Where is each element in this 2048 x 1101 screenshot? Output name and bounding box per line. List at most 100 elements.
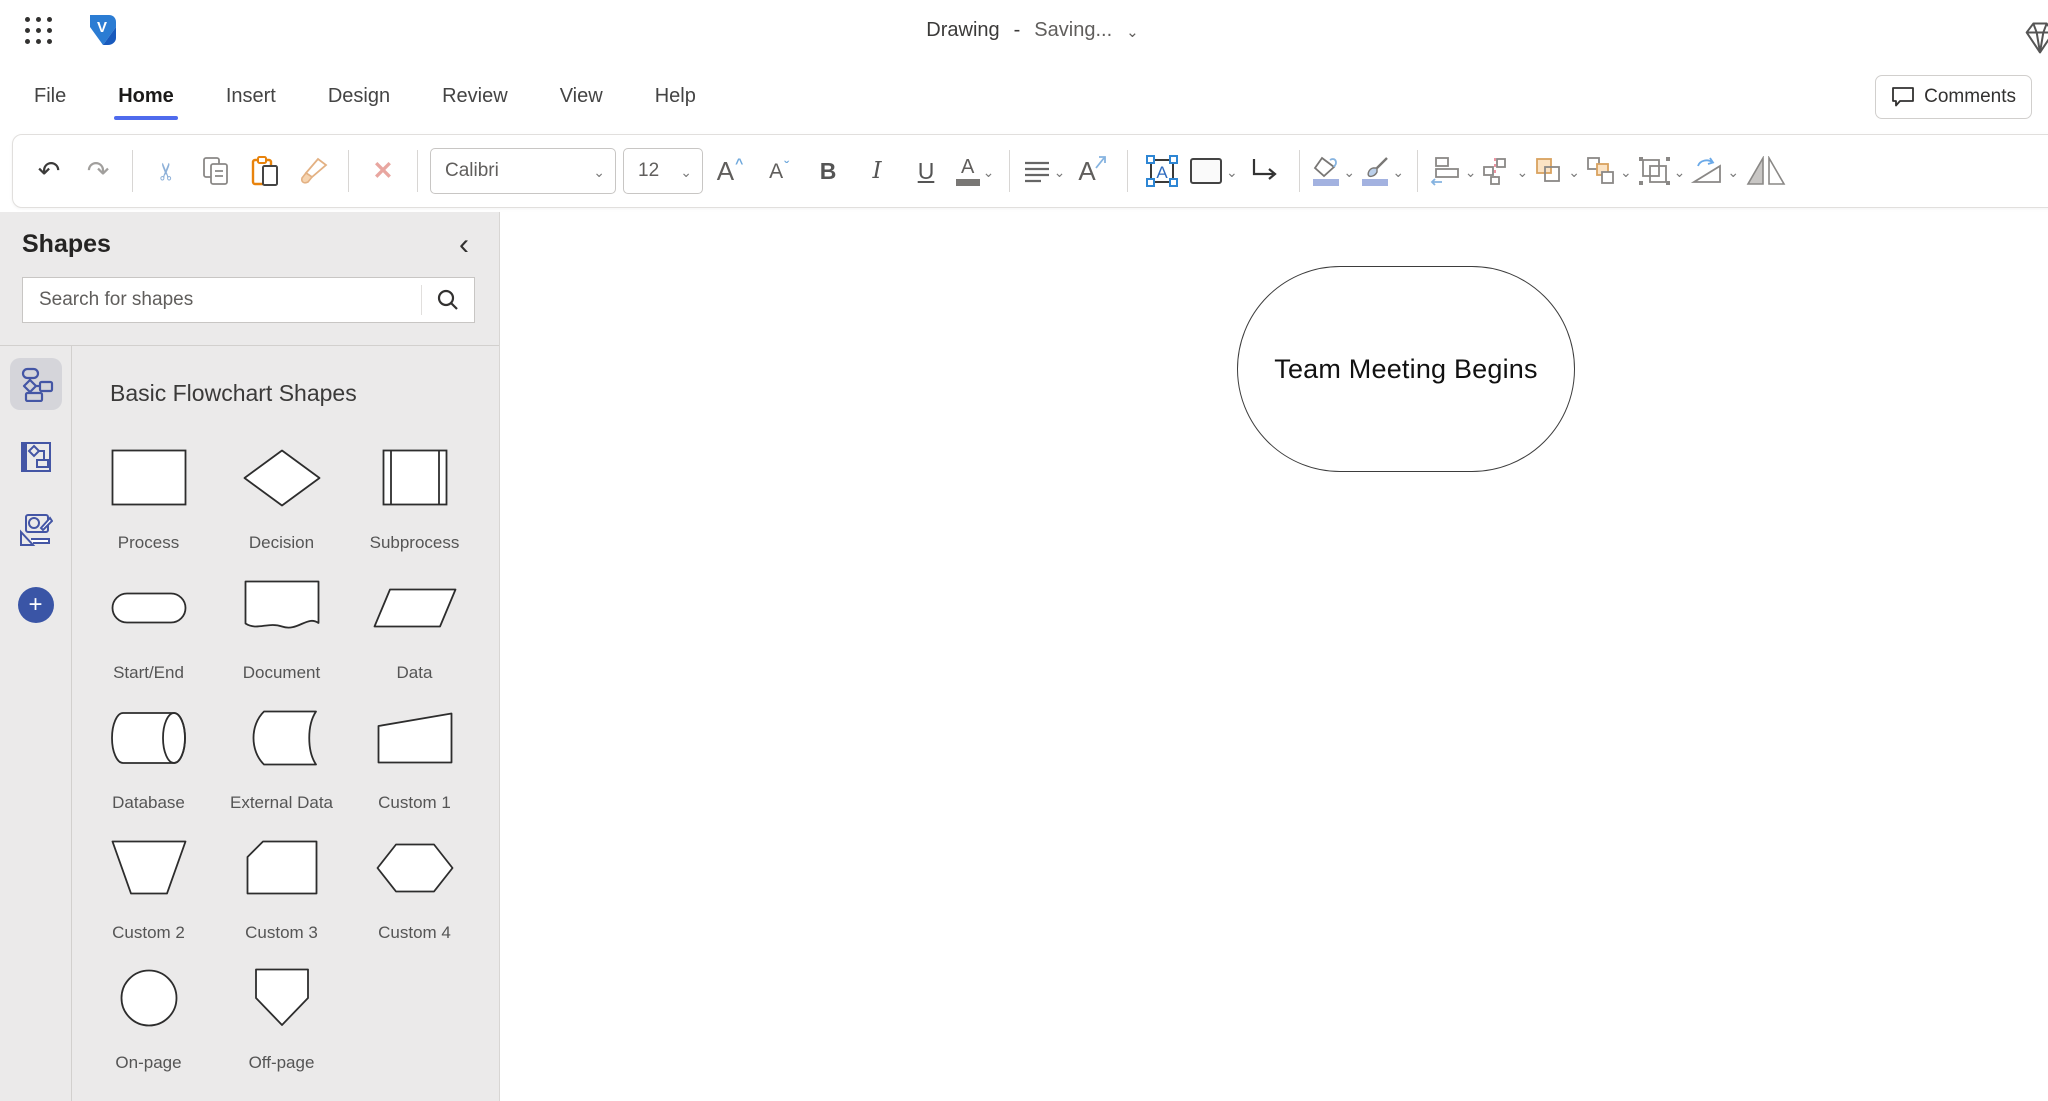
menu-design[interactable]: Design bbox=[326, 75, 392, 120]
orientation-arrow bbox=[1094, 156, 1106, 169]
font-name-combobox[interactable]: Calibri ⌄ bbox=[430, 148, 616, 194]
decision-shape-icon bbox=[243, 449, 320, 506]
group-icon bbox=[1638, 157, 1670, 185]
shape-off-page[interactable]: Off-page bbox=[215, 951, 348, 1081]
shapes-panel-body: + Basic Flowchart Shapes Process Decisio… bbox=[0, 346, 499, 1101]
menu-help[interactable]: Help bbox=[653, 75, 698, 120]
send-backward-button[interactable]: ⌄ bbox=[1585, 147, 1632, 195]
undo-icon: ↶ bbox=[37, 155, 61, 186]
app-launcher-button[interactable] bbox=[18, 10, 58, 50]
align-shapes-button[interactable]: ⌄ bbox=[1430, 147, 1476, 195]
collapse-panel-icon[interactable]: ‹ bbox=[453, 229, 475, 259]
drawing-canvas[interactable]: Team Meeting Begins bbox=[500, 212, 2048, 1101]
ribbon-divider bbox=[417, 150, 418, 192]
external-data-shape-icon bbox=[252, 710, 317, 765]
font-size-combobox[interactable]: 12 ⌄ bbox=[623, 148, 703, 194]
stencil-drawing-tools-tab[interactable] bbox=[10, 504, 62, 556]
line-color-button[interactable]: ⌄ bbox=[1361, 147, 1405, 195]
bold-icon: B bbox=[819, 157, 837, 184]
stencil-rail: + bbox=[0, 346, 72, 1101]
text-box-button[interactable]: A bbox=[1140, 147, 1184, 195]
shape-start-end[interactable]: Start/End bbox=[82, 561, 215, 691]
shape-custom-4[interactable]: Custom 4 bbox=[348, 821, 481, 951]
shape-on-page[interactable]: On-page bbox=[82, 951, 215, 1081]
redo-button[interactable]: ↷ bbox=[76, 147, 120, 195]
comments-button[interactable]: Comments bbox=[1875, 75, 2032, 119]
italic-button[interactable]: I bbox=[855, 147, 899, 195]
change-shape-button[interactable]: ⌄ bbox=[1189, 147, 1238, 195]
underline-icon: U bbox=[917, 157, 935, 184]
paste-button[interactable] bbox=[243, 147, 287, 195]
delete-button[interactable]: ✕ bbox=[361, 147, 405, 195]
shape-database[interactable]: Database bbox=[82, 691, 215, 821]
shape-decision[interactable]: Decision bbox=[215, 431, 348, 561]
flip-icon bbox=[1746, 156, 1786, 185]
custom1-shape-icon bbox=[377, 712, 452, 763]
shape-subprocess[interactable]: Subprocess bbox=[348, 431, 481, 561]
document-title: Drawing bbox=[926, 18, 1000, 41]
bold-button[interactable]: B bbox=[806, 147, 850, 195]
start-end-canvas-shape[interactable]: Team Meeting Begins bbox=[1237, 266, 1575, 472]
copy-button[interactable] bbox=[194, 147, 238, 195]
chevron-down-icon: ⌄ bbox=[1343, 164, 1356, 180]
font-color-button[interactable]: A ⌄ bbox=[953, 147, 997, 195]
content-area: Shapes ‹ Search for shapes + Basic Flowc… bbox=[0, 212, 2048, 1101]
menu-home[interactable]: Home bbox=[114, 75, 178, 120]
cut-button[interactable]: ✂ bbox=[145, 147, 189, 195]
paste-icon bbox=[251, 156, 278, 186]
undo-button[interactable]: ↶ bbox=[27, 147, 71, 195]
shape-custom-2[interactable]: Custom 2 bbox=[82, 821, 215, 951]
shape-custom-3[interactable]: Custom 3 bbox=[215, 821, 348, 951]
align-text-button[interactable]: ⌄ bbox=[1022, 147, 1066, 195]
fill-color-button[interactable]: ⌄ bbox=[1312, 147, 1356, 195]
underline-button[interactable]: U bbox=[904, 147, 948, 195]
stencil-diagram-tab[interactable] bbox=[10, 431, 62, 483]
shapes-panel-header: Shapes ‹ bbox=[0, 212, 499, 259]
send-backward-icon bbox=[1587, 157, 1614, 184]
shape-search-input[interactable] bbox=[23, 289, 421, 311]
add-stencil-button[interactable]: + bbox=[17, 587, 54, 623]
shape-external-data[interactable]: External Data bbox=[215, 691, 348, 821]
menu-file[interactable]: File bbox=[32, 75, 68, 120]
position-icon bbox=[1483, 158, 1507, 185]
rotate-button[interactable]: ⌄ bbox=[1690, 147, 1739, 195]
shape-custom-1[interactable]: Custom 1 bbox=[348, 691, 481, 821]
chevron-down-icon: ⌄ bbox=[1226, 164, 1238, 180]
text-orientation-button[interactable]: A bbox=[1071, 147, 1115, 195]
ribbon-divider bbox=[1009, 150, 1010, 192]
shape-data[interactable]: Data bbox=[348, 561, 481, 691]
database-shape-icon bbox=[110, 711, 186, 764]
group-button[interactable]: ⌄ bbox=[1637, 147, 1685, 195]
shape-process[interactable]: Process bbox=[82, 431, 215, 561]
format-painter-icon bbox=[301, 157, 328, 184]
line-brush-icon bbox=[1367, 157, 1389, 178]
premium-gem-icon[interactable] bbox=[2020, 18, 2048, 58]
text-box-icon: A bbox=[1146, 155, 1178, 187]
format-painter-button[interactable] bbox=[292, 147, 336, 195]
process-shape-icon bbox=[111, 449, 186, 506]
shape-document[interactable]: Document bbox=[215, 561, 348, 691]
chevron-down-icon: ⌄ bbox=[1392, 164, 1405, 180]
search-button[interactable] bbox=[422, 278, 474, 322]
shape-search-box bbox=[22, 277, 475, 323]
ribbon-divider bbox=[1127, 150, 1128, 192]
title-chevron-icon[interactable]: ⌄ bbox=[1126, 19, 1139, 41]
grow-font-button[interactable]: A ^ bbox=[708, 147, 752, 195]
menu-bar: File Home Insert Design Review View Help… bbox=[0, 60, 2048, 134]
stencil-flowchart-tab[interactable] bbox=[9, 358, 62, 410]
bring-forward-button[interactable]: ⌄ bbox=[1533, 147, 1580, 195]
visio-logo-icon[interactable]: V bbox=[86, 12, 120, 48]
menu-review[interactable]: Review bbox=[440, 75, 510, 120]
ribbon-row: ↶ ↷ ✂ ✕ Calibri ⌄ 12 ⌄ A ^ A ˇ B I U A ⌄… bbox=[0, 134, 2048, 212]
shapes-panel-title: Shapes bbox=[22, 230, 111, 258]
ribbon-toolbar: ↶ ↷ ✂ ✕ Calibri ⌄ 12 ⌄ A ^ A ˇ B I U A ⌄… bbox=[12, 134, 2048, 208]
document-title-group[interactable]: Drawing - Saving... ⌄ bbox=[926, 0, 1138, 60]
connector-button[interactable] bbox=[1243, 147, 1287, 195]
data-shape-icon bbox=[373, 588, 456, 627]
ribbon-divider bbox=[348, 150, 349, 192]
menu-view[interactable]: View bbox=[558, 75, 605, 120]
shrink-font-button[interactable]: A ˇ bbox=[757, 147, 801, 195]
flip-button[interactable] bbox=[1744, 147, 1788, 195]
menu-insert[interactable]: Insert bbox=[224, 75, 278, 120]
position-button[interactable]: ⌄ bbox=[1481, 147, 1528, 195]
